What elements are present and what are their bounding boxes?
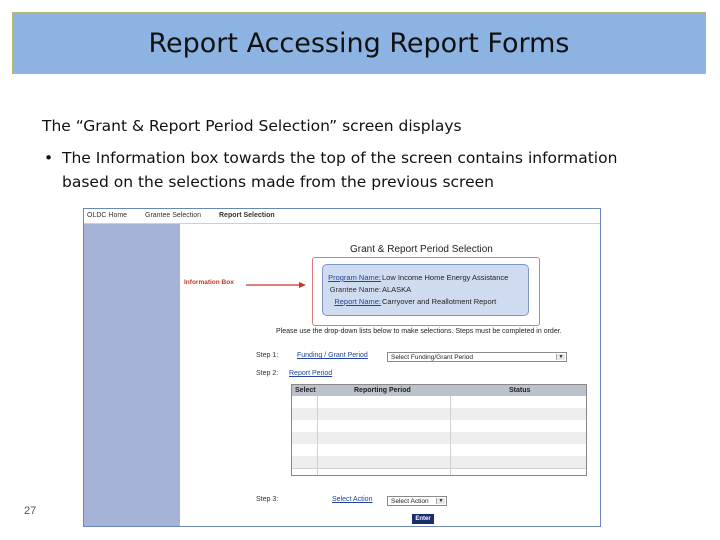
step-1-label: Step 1: [256,352,279,359]
column-header-reporting-period: Reporting Period [354,387,411,394]
nav-report-selection[interactable]: Report Selection [219,212,275,219]
column-divider [450,396,451,475]
app-screenshot: OLDC Home Grantee Selection Report Selec… [83,208,601,527]
info-value: Carryover and Reallotment Report [382,297,497,306]
select-value: Select Action [391,498,429,505]
info-label: Grantee Name: [329,285,381,294]
step-2-label: Step 2: [256,370,279,377]
information-box: Program Name: Low Income Home Energy Ass… [322,264,529,316]
enter-button[interactable]: Enter [412,514,434,524]
table-row [292,456,586,469]
intro-text: The “Grant & Report Period Selection” sc… [42,117,462,135]
bullet-marker: • [44,149,54,167]
app-main: Grant & Report Period Selection Program … [180,224,600,526]
info-value: Low Income Home Energy Assistance [382,273,509,282]
page-number: 27 [24,505,37,517]
column-header-status: Status [509,387,531,394]
chevron-down-icon: ▼ [436,498,445,504]
slide-title-bar: Report Accessing Report Forms [12,12,706,74]
funding-grant-period-link[interactable]: Funding / Grant Period [297,352,368,359]
information-box-callout: Information Box [184,279,234,286]
info-label: Program Name: [328,273,381,282]
info-label: Report Name: [334,297,381,306]
instructions-text: Please use the drop-down lists below to … [276,328,562,335]
chevron-down-icon: ▼ [556,354,565,360]
bullet-item: • The Information box towards the top of… [44,146,664,194]
nav-oldc-home[interactable]: OLDC Home [87,212,127,219]
report-period-link[interactable]: Report Period [289,370,332,377]
select-action-link[interactable]: Select Action [332,496,372,503]
column-header-select: Select [295,387,316,394]
select-action-dropdown[interactable]: Select Action ▼ [387,496,447,506]
select-value: Select Funding/Grant Period [391,354,474,361]
slide-title: Report Accessing Report Forms [148,27,570,59]
table-header: Select Reporting Period Status [292,385,586,396]
info-value: ALASKA [382,285,412,294]
column-divider [317,396,318,475]
section-title: Grant & Report Period Selection [350,244,493,255]
nav-grantee-selection[interactable]: Grantee Selection [145,212,201,219]
funding-grant-period-select[interactable]: Select Funding/Grant Period ▼ [387,352,567,362]
bullet-text: The Information box towards the top of t… [62,149,618,191]
app-nav-bar: OLDC Home Grantee Selection Report Selec… [84,209,600,224]
callout-arrow-icon [246,282,306,288]
app-sidebar [84,224,180,526]
step-3-label: Step 3: [256,496,279,503]
reporting-period-table: Select Reporting Period Status [291,384,587,476]
